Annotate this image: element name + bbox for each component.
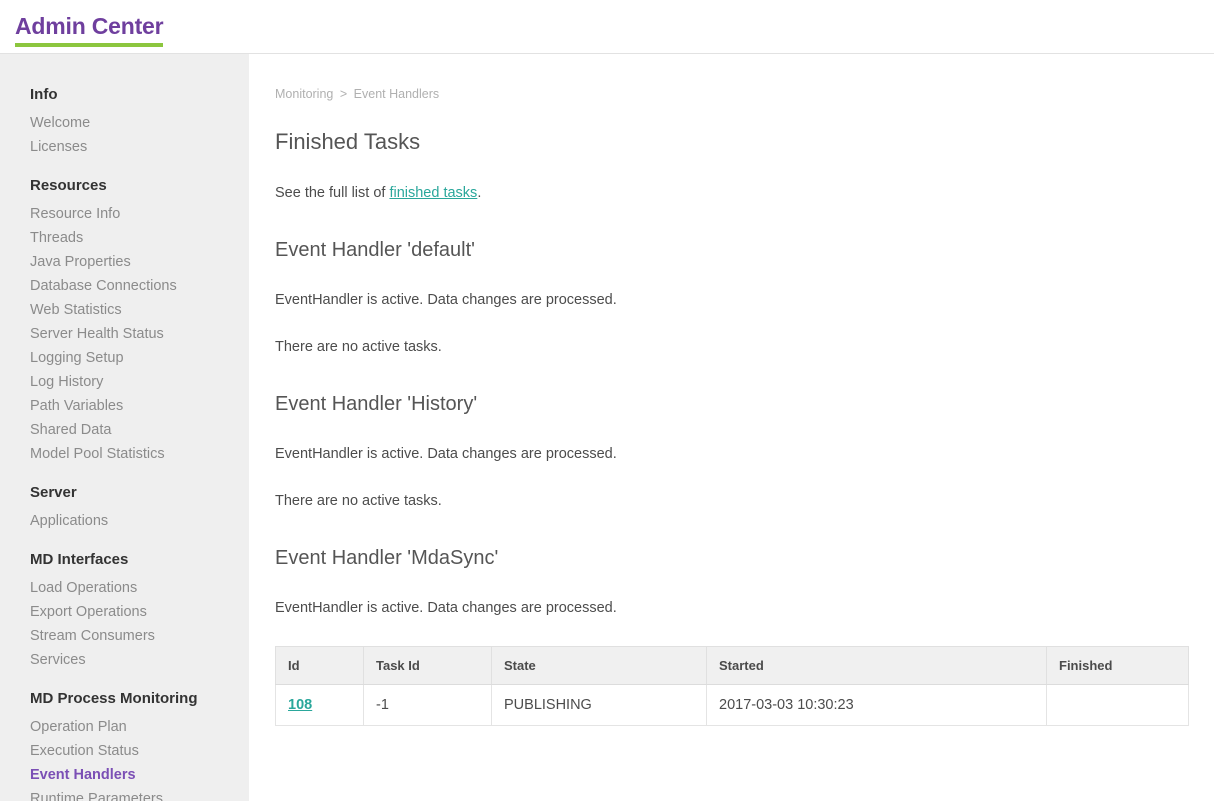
intro-suffix: . <box>477 185 481 201</box>
page-body: InfoWelcomeLicenses ResourcesResource Inf… <box>0 54 1214 801</box>
table-column-header-id[interactable]: Id <box>276 647 364 685</box>
table-row: 108 -1PUBLISHING2017-03-03 10:30:23 <box>276 685 1189 726</box>
sidebar-heading-server: Server <box>0 482 249 509</box>
main-content: Monitoring > Event Handlers Finished Tas… <box>249 54 1214 801</box>
intro-prefix: See the full list of <box>275 185 389 201</box>
sidebar-item-operation-plan[interactable]: Operation Plan <box>0 715 249 739</box>
sidebar-item-server-health-status[interactable]: Server Health Status <box>0 322 249 346</box>
table-column-header-started[interactable]: Started <box>707 647 1047 685</box>
sidebar-item-runtime-parameters[interactable]: Runtime Parameters <box>0 787 249 801</box>
app-title: Admin Center <box>15 13 163 47</box>
sidebar-group-md-interfaces: MD InterfacesLoad OperationsExport Opera… <box>0 549 249 672</box>
sidebar-item-threads[interactable]: Threads <box>0 226 249 250</box>
sidebar-item-java-properties[interactable]: Java Properties <box>0 250 249 274</box>
sidebar-item-resource-info[interactable]: Resource Info <box>0 202 249 226</box>
page-title: Finished Tasks <box>275 128 1188 156</box>
event-handler-status: EventHandler is active. Data changes are… <box>275 598 1188 618</box>
sidebar-group-server: ServerApplications <box>0 482 249 533</box>
table-cell-task-id: -1 <box>364 685 492 726</box>
sidebar-item-shared-data[interactable]: Shared Data <box>0 418 249 442</box>
sidebar-heading-md-interfaces: MD Interfaces <box>0 549 249 576</box>
sidebar-item-log-history[interactable]: Log History <box>0 370 249 394</box>
task-id-link[interactable]: 108 <box>288 697 312 713</box>
sidebar: InfoWelcomeLicenses ResourcesResource Inf… <box>0 54 249 801</box>
sidebar-heading-resources: Resources <box>0 175 249 202</box>
sidebar-item-load-operations[interactable]: Load Operations <box>0 576 249 600</box>
sidebar-item-path-variables[interactable]: Path Variables <box>0 394 249 418</box>
breadcrumb-separator: > <box>340 87 347 101</box>
sidebar-heading-md-process-monitoring: MD Process Monitoring <box>0 688 249 715</box>
event-handler-tasks-note: There are no active tasks. <box>275 337 1188 357</box>
event-handler-title: Event Handler 'MdaSync' <box>275 545 1188 571</box>
sidebar-heading-info: Info <box>0 84 249 111</box>
table-cell-started: 2017-03-03 10:30:23 <box>707 685 1047 726</box>
event-handler-section: Event Handler 'History' EventHandler is a… <box>275 391 1188 511</box>
sidebar-item-model-pool-statistics[interactable]: Model Pool Statistics <box>0 442 249 466</box>
intro-paragraph: See the full list of finished tasks. <box>275 183 1188 203</box>
table-cell-state: PUBLISHING <box>492 685 707 726</box>
breadcrumb-item-event-handlers[interactable]: Event Handlers <box>354 87 439 101</box>
sidebar-item-execution-status[interactable]: Execution Status <box>0 739 249 763</box>
sidebar-group-resources: ResourcesResource InfoThreadsJava Proper… <box>0 175 249 466</box>
table-cell-finished <box>1047 685 1189 726</box>
sidebar-group-gap <box>0 165 249 175</box>
sidebar-item-web-statistics[interactable]: Web Statistics <box>0 298 249 322</box>
sidebar-group-gap <box>0 678 249 688</box>
event-handler-tasks-note: There are no active tasks. <box>275 491 1188 511</box>
table-column-header-state[interactable]: State <box>492 647 707 685</box>
sidebar-group-info: InfoWelcomeLicenses <box>0 84 249 159</box>
sidebar-item-export-operations[interactable]: Export Operations <box>0 600 249 624</box>
event-handler-section: Event Handler 'MdaSync' EventHandler is a… <box>275 545 1188 726</box>
event-handler-title: Event Handler 'default' <box>275 237 1188 263</box>
sidebar-item-logging-setup[interactable]: Logging Setup <box>0 346 249 370</box>
sidebar-item-applications[interactable]: Applications <box>0 509 249 533</box>
sidebar-group-md-process-monitoring: MD Process MonitoringOperation PlanExecu… <box>0 688 249 801</box>
sidebar-item-event-handlers[interactable]: Event Handlers <box>0 763 249 787</box>
app-header: Admin Center <box>0 0 1214 54</box>
event-handler-status: EventHandler is active. Data changes are… <box>275 444 1188 464</box>
event-handler-title: Event Handler 'History' <box>275 391 1188 417</box>
breadcrumb-item-monitoring[interactable]: Monitoring <box>275 87 333 101</box>
table-header-row: IdTask IdStateStartedFinished <box>276 647 1189 685</box>
sidebar-item-stream-consumers[interactable]: Stream Consumers <box>0 624 249 648</box>
finished-tasks-link[interactable]: finished tasks <box>389 185 477 201</box>
sidebar-item-database-connections[interactable]: Database Connections <box>0 274 249 298</box>
table-column-header-task-id[interactable]: Task Id <box>364 647 492 685</box>
table-column-header-finished[interactable]: Finished <box>1047 647 1189 685</box>
sidebar-item-services[interactable]: Services <box>0 648 249 672</box>
event-handler-section: Event Handler 'default' EventHandler is a… <box>275 237 1188 357</box>
active-tasks-table: IdTask IdStateStartedFinished 108 -1PUBLIS… <box>275 646 1189 726</box>
breadcrumb: Monitoring > Event Handlers <box>275 54 1188 102</box>
table-cell-id: 108 <box>276 685 364 726</box>
sidebar-item-licenses[interactable]: Licenses <box>0 135 249 159</box>
event-handler-sections: Event Handler 'default' EventHandler is a… <box>275 237 1188 726</box>
sidebar-item-welcome[interactable]: Welcome <box>0 111 249 135</box>
event-handler-status: EventHandler is active. Data changes are… <box>275 290 1188 310</box>
sidebar-group-gap <box>0 472 249 482</box>
sidebar-group-gap <box>0 539 249 549</box>
